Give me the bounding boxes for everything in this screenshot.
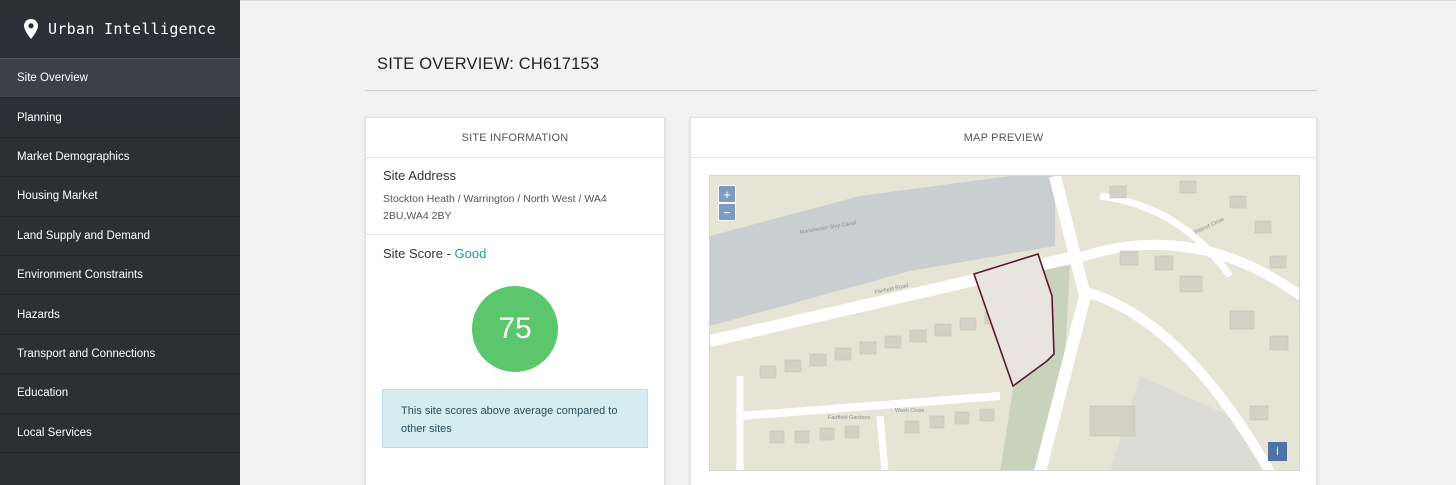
site-address-title: Site Address — [383, 168, 456, 183]
sidebar-item-transport-and-connections[interactable]: Transport and Connections — [0, 335, 240, 375]
sidebar-item-local-services[interactable]: Local Services — [0, 414, 240, 453]
sidebar: Urban Intelligence Site Overview Plannin… — [0, 0, 240, 485]
top-border — [240, 0, 1456, 1]
map-info-button[interactable]: i — [1268, 442, 1287, 461]
site-address-text: Stockton Heath / Warrington / North West… — [383, 193, 607, 222]
map-view[interactable]: Manchester Ship Canal Fairfield Road Fai… — [709, 175, 1300, 471]
map-preview-header: MAP PREVIEW — [691, 118, 1316, 158]
label-road-2: Fairfield Gardens — [828, 415, 870, 421]
zoom-controls: + − — [718, 185, 736, 221]
site-score-circle: 75 — [472, 286, 558, 372]
zoom-in-button[interactable]: + — [718, 185, 736, 203]
brand[interactable]: Urban Intelligence — [0, 0, 240, 59]
site-score-note: This site scores above average compared … — [382, 389, 648, 448]
site-score-rating: Good — [454, 246, 487, 261]
sidebar-item-hazards[interactable]: Hazards — [0, 295, 240, 335]
site-score-label: Site Score - — [383, 246, 455, 261]
zoom-out-button[interactable]: − — [718, 203, 736, 221]
site-information-card: SITE INFORMATION Site Address Stockton H… — [365, 117, 665, 485]
sidebar-item-education[interactable]: Education — [0, 374, 240, 414]
road-branch — [876, 415, 889, 470]
brand-name: Urban Intelligence — [48, 20, 216, 38]
site-score-line: Site Score - Good — [366, 235, 664, 261]
map-preview-card: MAP PREVIEW Manchester Ship Canal Fairfi… — [690, 117, 1317, 485]
sidebar-item-market-demographics[interactable]: Market Demographics — [0, 138, 240, 178]
map-canvas[interactable]: Manchester Ship Canal Fairfield Road Fai… — [710, 176, 1300, 471]
label-road-3: Wash Close — [895, 408, 924, 414]
sidebar-item-site-overview[interactable]: Site Overview — [0, 59, 240, 99]
title-divider — [365, 90, 1317, 91]
sidebar-item-planning[interactable]: Planning — [0, 98, 240, 138]
sidebar-item-environment-constraints[interactable]: Environment Constraints — [0, 256, 240, 296]
map-pin-icon — [24, 19, 39, 39]
sidebar-item-land-supply-and-demand[interactable]: Land Supply and Demand — [0, 217, 240, 256]
page-title: SITE OVERVIEW: CH617153 — [377, 55, 600, 73]
site-information-header: SITE INFORMATION — [366, 118, 664, 158]
sidebar-nav: Site Overview Planning Market Demographi… — [0, 59, 240, 453]
site-address-block: Site Address Stockton Heath / Warrington… — [366, 158, 664, 235]
sidebar-item-housing-market[interactable]: Housing Market — [0, 177, 240, 217]
